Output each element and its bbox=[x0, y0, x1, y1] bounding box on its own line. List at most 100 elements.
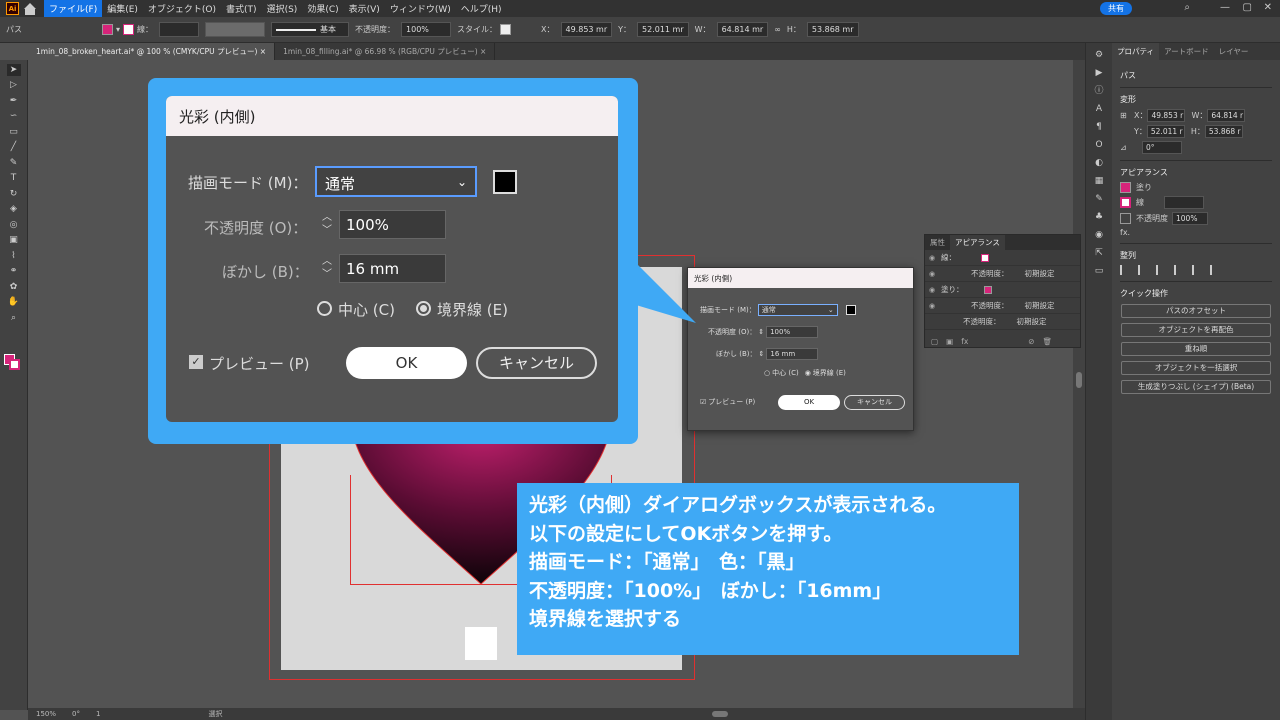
new-stroke-icon[interactable]: ▢ bbox=[931, 337, 938, 346]
zoom-edge-radio[interactable] bbox=[416, 301, 431, 316]
paragraph-icon[interactable]: ¶ bbox=[1093, 121, 1105, 133]
zoom-cancel-button[interactable]: キャンセル bbox=[476, 347, 597, 379]
selection-tool-icon[interactable]: ➤ bbox=[6, 63, 21, 76]
blur-stepper[interactable]: ⇕ bbox=[759, 350, 765, 358]
swatches-icon[interactable]: ▦ bbox=[1093, 175, 1105, 187]
tab-appearance[interactable]: アピアランス bbox=[950, 235, 1005, 250]
gradient-tool-icon[interactable]: ▣ bbox=[7, 234, 21, 246]
menu-select[interactable]: 選択(S) bbox=[262, 0, 303, 17]
artboard-number[interactable]: 1 bbox=[96, 710, 100, 718]
appearance-opacity-row[interactable]: ◉ 不透明度： 初期設定 bbox=[925, 266, 1080, 282]
rotate-tool-icon[interactable]: ↻ bbox=[7, 188, 21, 200]
opacity-field[interactable]: 100% bbox=[1172, 212, 1208, 225]
menu-help[interactable]: ヘルプ(H) bbox=[456, 0, 507, 17]
x-field[interactable]: 49.853 r bbox=[1147, 109, 1186, 122]
opentype-icon[interactable]: O bbox=[1093, 139, 1105, 151]
new-fill-icon[interactable]: ▣ bbox=[946, 337, 953, 346]
eye-icon[interactable]: ◉ bbox=[929, 286, 937, 294]
menu-window[interactable]: ウィンドウ(W) bbox=[385, 0, 456, 17]
brush-field[interactable]: 基本 bbox=[271, 22, 350, 37]
stroke-weight-field[interactable] bbox=[159, 22, 200, 37]
h-field[interactable]: 53.868 r bbox=[1204, 125, 1243, 138]
tab-attributes[interactable]: 属性 bbox=[925, 235, 950, 250]
appearance-opacity-row[interactable]: 不透明度： 初期設定 bbox=[925, 314, 1080, 330]
zoom-center-radio[interactable] bbox=[317, 301, 332, 316]
tab-broken-heart[interactable]: 1min_08_broken_heart.ai* @ 100 % (CMYK/C… bbox=[28, 43, 276, 60]
home-icon[interactable] bbox=[24, 2, 36, 15]
recolor-button[interactable]: オブジェクトを再配色 bbox=[1121, 323, 1271, 337]
info-icon[interactable]: ⓘ bbox=[1093, 85, 1105, 97]
minimize-icon[interactable]: — bbox=[1220, 2, 1230, 13]
play-icon[interactable]: ▶ bbox=[1093, 67, 1105, 79]
maximize-icon[interactable]: ▢ bbox=[1243, 2, 1252, 13]
shape-builder-tool-icon[interactable]: ◎ bbox=[7, 219, 21, 231]
align-hcenter-icon[interactable] bbox=[1138, 265, 1148, 275]
opacity-field[interactable]: 100% bbox=[401, 22, 452, 37]
fx-icon[interactable]: fx bbox=[961, 337, 968, 346]
angle-field[interactable]: 0° bbox=[1142, 141, 1182, 154]
tab-properties[interactable]: プロパティ bbox=[1112, 43, 1160, 60]
pencil-tool-icon[interactable]: ✎ bbox=[7, 157, 21, 169]
preview-checkbox[interactable]: ☑ bbox=[700, 398, 706, 406]
w-field[interactable]: 64.814 mr bbox=[716, 22, 769, 37]
chevron-down-icon[interactable]: ▾ bbox=[116, 25, 120, 34]
clear-icon[interactable]: ⊘ bbox=[1028, 337, 1034, 346]
fill-swatch[interactable] bbox=[983, 285, 992, 294]
zoom-opacity-stepper[interactable]: ︿ ﹀ bbox=[318, 211, 336, 240]
align-top-icon[interactable] bbox=[1174, 265, 1184, 275]
generative-fill-button[interactable]: 生成塗りつぶし (シェイプ) (Beta) bbox=[1121, 380, 1271, 394]
fill-color-swatch[interactable] bbox=[102, 24, 113, 35]
align-bottom-icon[interactable] bbox=[1210, 265, 1220, 275]
curvature-tool-icon[interactable]: ∽ bbox=[7, 110, 21, 122]
w-field[interactable]: 64.814 r bbox=[1207, 109, 1246, 122]
eye-icon[interactable]: ◉ bbox=[929, 302, 937, 310]
zoom-blur-field[interactable]: 16 mm bbox=[339, 254, 446, 283]
zoom-opacity-field[interactable]: 100% bbox=[339, 210, 446, 239]
edge-radio[interactable]: ◉ bbox=[805, 369, 811, 377]
center-radio[interactable]: ○ bbox=[764, 369, 770, 377]
reference-point-icon[interactable]: ⊞ bbox=[1120, 111, 1134, 120]
zoom-glow-color-swatch[interactable] bbox=[493, 170, 517, 194]
eyedropper-tool-icon[interactable]: ⌇ bbox=[7, 250, 21, 262]
menu-view[interactable]: 表示(V) bbox=[344, 0, 385, 17]
stroke-color-swatch[interactable] bbox=[123, 24, 135, 35]
offset-path-button[interactable]: パスのオフセット bbox=[1121, 304, 1271, 318]
zoom-ok-button[interactable]: OK bbox=[346, 347, 467, 379]
menu-file[interactable]: ファイル(F) bbox=[44, 0, 103, 17]
fill-swatch-small[interactable] bbox=[1120, 182, 1131, 193]
opacity-stepper[interactable]: ⇕ bbox=[758, 328, 764, 336]
zoom-mode-select[interactable]: 通常 ⌄ bbox=[315, 166, 477, 197]
comments-icon[interactable]: ▭ bbox=[1093, 265, 1105, 277]
menu-edit[interactable]: 編集(E) bbox=[102, 0, 143, 17]
stroke-weight-field[interactable] bbox=[1164, 196, 1204, 209]
cancel-button[interactable]: キャンセル bbox=[844, 395, 905, 410]
appearance-fill-row[interactable]: ◉ 塗り： bbox=[925, 282, 1080, 298]
direct-selection-tool-icon[interactable]: ▷ bbox=[7, 79, 21, 91]
eye-icon[interactable]: ◉ bbox=[929, 270, 937, 278]
ok-button[interactable]: OK bbox=[778, 395, 840, 410]
eraser-tool-icon[interactable]: ◈ bbox=[7, 203, 21, 215]
h-field[interactable]: 53.868 mr bbox=[806, 22, 859, 37]
type-tool-icon[interactable]: T bbox=[7, 172, 21, 184]
search-icon[interactable]: ⌕ bbox=[1184, 2, 1190, 13]
rectangle-tool-icon[interactable]: ▭ bbox=[7, 126, 21, 138]
mode-select[interactable]: 通常 ⌄ bbox=[757, 304, 838, 316]
vertical-scrollbar[interactable] bbox=[1073, 60, 1085, 708]
appearance-icon[interactable]: ◉ bbox=[1093, 229, 1105, 241]
align-vcenter-icon[interactable] bbox=[1192, 265, 1202, 275]
symbols-icon[interactable]: ♣ bbox=[1093, 211, 1105, 223]
opacity-field[interactable]: 100% bbox=[766, 326, 819, 338]
rotation-value[interactable]: 0° bbox=[72, 710, 80, 718]
zoom-preview-checkbox[interactable]: ✓ bbox=[189, 355, 203, 369]
scroll-thumb[interactable] bbox=[1076, 372, 1082, 388]
zoom-tool-icon[interactable]: ⌕ bbox=[7, 312, 21, 324]
tab-filling[interactable]: 1min_08_filling.ai* @ 66.98 % (RGB/CPU プ… bbox=[275, 43, 496, 60]
delete-icon[interactable]: 🗑 bbox=[1043, 337, 1053, 346]
character-icon[interactable]: A bbox=[1093, 103, 1105, 115]
stroke-swatch[interactable] bbox=[981, 253, 989, 262]
arrange-button[interactable]: 重ね順 bbox=[1121, 342, 1271, 356]
y-field[interactable]: 52.011 mr bbox=[637, 22, 689, 37]
zoom-blur-stepper[interactable]: ︿ ﹀ bbox=[318, 255, 336, 284]
brushes-icon[interactable]: ✎ bbox=[1093, 193, 1105, 205]
horizontal-scroll-thumb[interactable] bbox=[712, 711, 728, 717]
